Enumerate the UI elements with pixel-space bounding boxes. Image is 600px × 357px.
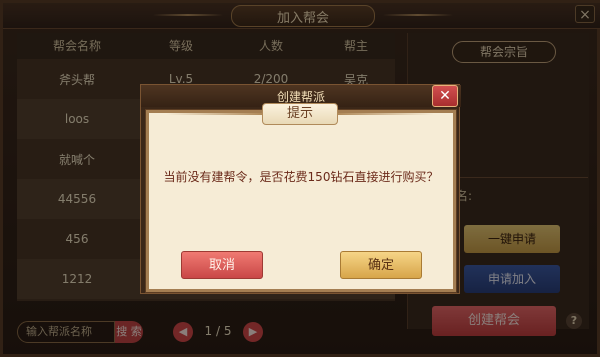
- close-icon[interactable]: ✕: [432, 85, 458, 107]
- prompt-flourish-right: [338, 113, 434, 115]
- cancel-button[interactable]: 取消: [181, 251, 263, 279]
- confirm-button[interactable]: 确定: [340, 251, 422, 279]
- prompt-flourish-left: [166, 113, 262, 115]
- prompt-title: 提示: [262, 103, 338, 125]
- prompt-message: 当前没有建帮令，是否花费150钻石直接进行购买？: [163, 170, 439, 184]
